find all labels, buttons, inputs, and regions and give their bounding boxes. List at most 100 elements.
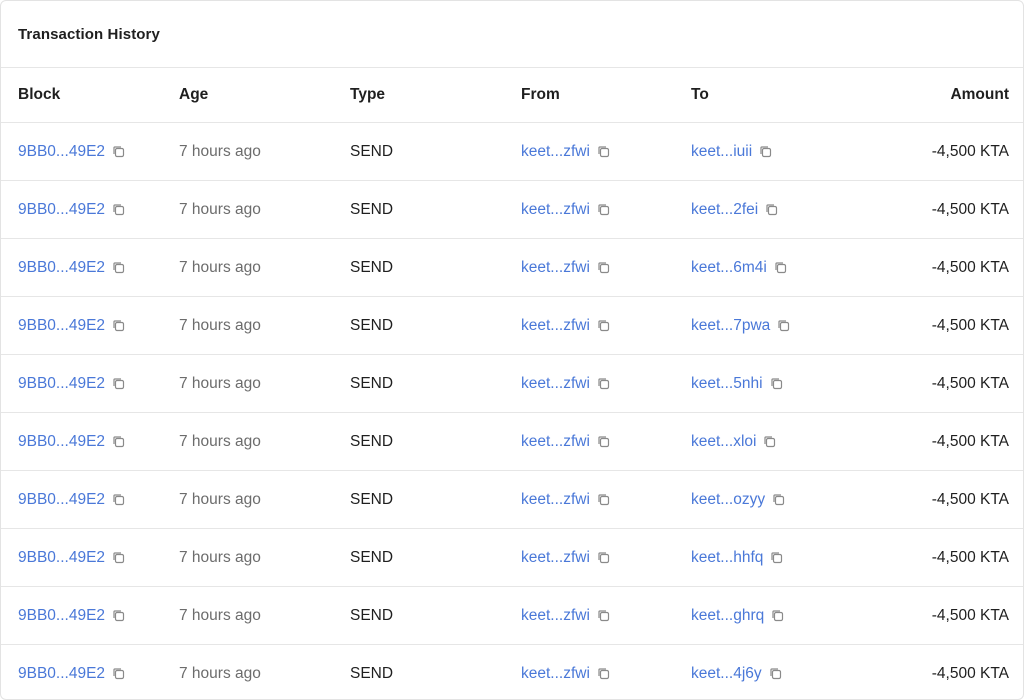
from-address-link[interactable]: keet...zfwi bbox=[521, 607, 590, 625]
table-row: 9BB0...49E2 7 hours ago SEND keet...zfwi… bbox=[1, 645, 1023, 699]
from-address-link[interactable]: keet...zfwi bbox=[521, 433, 590, 451]
to-cell: keet...iuii bbox=[691, 123, 772, 180]
copy-icon[interactable] bbox=[770, 377, 783, 390]
from-address-link[interactable]: keet...zfwi bbox=[521, 259, 590, 277]
to-cell: keet...ghrq bbox=[691, 587, 784, 644]
type-cell: SEND bbox=[350, 258, 394, 276]
copy-icon[interactable] bbox=[597, 319, 610, 332]
block-cell: 9BB0...49E2 bbox=[18, 239, 125, 296]
from-cell: keet...zfwi bbox=[521, 355, 610, 412]
copy-icon[interactable] bbox=[770, 551, 783, 564]
copy-icon[interactable] bbox=[597, 609, 610, 622]
copy-icon[interactable] bbox=[112, 319, 125, 332]
to-cell: keet...2fei bbox=[691, 181, 778, 238]
age-cell: 7 hours ago bbox=[179, 606, 261, 624]
copy-icon[interactable] bbox=[597, 203, 610, 216]
type-cell: SEND bbox=[350, 200, 394, 218]
age-cell: 7 hours ago bbox=[179, 432, 261, 450]
block-hash-link[interactable]: 9BB0...49E2 bbox=[18, 317, 105, 335]
from-address-link[interactable]: keet...zfwi bbox=[521, 317, 590, 335]
copy-icon[interactable] bbox=[112, 203, 125, 216]
amount-cell: -4,500 KTA bbox=[931, 374, 1009, 392]
block-cell: 9BB0...49E2 bbox=[18, 471, 125, 528]
block-hash-link[interactable]: 9BB0...49E2 bbox=[18, 549, 105, 567]
copy-icon[interactable] bbox=[771, 609, 784, 622]
copy-icon[interactable] bbox=[597, 261, 610, 274]
age-cell: 7 hours ago bbox=[179, 258, 261, 276]
from-cell: keet...zfwi bbox=[521, 645, 610, 699]
type-cell: SEND bbox=[350, 374, 394, 392]
copy-icon[interactable] bbox=[597, 377, 610, 390]
type-cell: SEND bbox=[350, 606, 394, 624]
to-cell: keet...4j6y bbox=[691, 645, 782, 699]
copy-icon[interactable] bbox=[112, 493, 125, 506]
block-hash-link[interactable]: 9BB0...49E2 bbox=[18, 143, 105, 161]
from-address-link[interactable]: keet...zfwi bbox=[521, 665, 590, 683]
copy-icon[interactable] bbox=[763, 435, 776, 448]
copy-icon[interactable] bbox=[772, 493, 785, 506]
to-address-link[interactable]: keet...iuii bbox=[691, 143, 752, 161]
to-address-link[interactable]: keet...4j6y bbox=[691, 665, 762, 683]
copy-icon[interactable] bbox=[112, 551, 125, 564]
transaction-history-panel: Transaction History Block Age Type From … bbox=[0, 0, 1024, 700]
type-cell: SEND bbox=[350, 142, 394, 160]
block-hash-link[interactable]: 9BB0...49E2 bbox=[18, 433, 105, 451]
block-hash-link[interactable]: 9BB0...49E2 bbox=[18, 607, 105, 625]
from-address-link[interactable]: keet...zfwi bbox=[521, 143, 590, 161]
to-address-link[interactable]: keet...6m4i bbox=[691, 259, 767, 277]
table-row: 9BB0...49E2 7 hours ago SEND keet...zfwi… bbox=[1, 181, 1023, 239]
from-cell: keet...zfwi bbox=[521, 529, 610, 586]
copy-icon[interactable] bbox=[597, 435, 610, 448]
to-address-link[interactable]: keet...ozyy bbox=[691, 491, 765, 509]
to-address-link[interactable]: keet...5nhi bbox=[691, 375, 763, 393]
from-address-link[interactable]: keet...zfwi bbox=[521, 491, 590, 509]
block-hash-link[interactable]: 9BB0...49E2 bbox=[18, 259, 105, 277]
amount-cell: -4,500 KTA bbox=[931, 200, 1009, 218]
type-cell: SEND bbox=[350, 664, 394, 682]
copy-icon[interactable] bbox=[112, 609, 125, 622]
copy-icon[interactable] bbox=[597, 493, 610, 506]
table-row: 9BB0...49E2 7 hours ago SEND keet...zfwi… bbox=[1, 239, 1023, 297]
copy-icon[interactable] bbox=[597, 145, 610, 158]
copy-icon[interactable] bbox=[769, 667, 782, 680]
type-cell: SEND bbox=[350, 490, 394, 508]
block-hash-link[interactable]: 9BB0...49E2 bbox=[18, 491, 105, 509]
copy-icon[interactable] bbox=[777, 319, 790, 332]
copy-icon[interactable] bbox=[597, 551, 610, 564]
header-to: To bbox=[691, 86, 709, 103]
copy-icon[interactable] bbox=[112, 435, 125, 448]
to-address-link[interactable]: keet...ghrq bbox=[691, 607, 764, 625]
to-cell: keet...5nhi bbox=[691, 355, 783, 412]
header-block: Block bbox=[18, 86, 61, 103]
copy-icon[interactable] bbox=[112, 667, 125, 680]
from-address-link[interactable]: keet...zfwi bbox=[521, 549, 590, 567]
age-cell: 7 hours ago bbox=[179, 490, 261, 508]
to-address-link[interactable]: keet...2fei bbox=[691, 201, 758, 219]
to-address-link[interactable]: keet...hhfq bbox=[691, 549, 763, 567]
table-row: 9BB0...49E2 7 hours ago SEND keet...zfwi… bbox=[1, 413, 1023, 471]
copy-icon[interactable] bbox=[765, 203, 778, 216]
copy-icon[interactable] bbox=[112, 145, 125, 158]
block-hash-link[interactable]: 9BB0...49E2 bbox=[18, 665, 105, 683]
copy-icon[interactable] bbox=[759, 145, 772, 158]
to-cell: keet...ozyy bbox=[691, 471, 785, 528]
block-hash-link[interactable]: 9BB0...49E2 bbox=[18, 201, 105, 219]
copy-icon[interactable] bbox=[597, 667, 610, 680]
copy-icon[interactable] bbox=[112, 377, 125, 390]
amount-cell: -4,500 KTA bbox=[931, 432, 1009, 450]
header-amount: Amount bbox=[950, 86, 1009, 103]
table-row: 9BB0...49E2 7 hours ago SEND keet...zfwi… bbox=[1, 355, 1023, 413]
table-row: 9BB0...49E2 7 hours ago SEND keet...zfwi… bbox=[1, 471, 1023, 529]
to-address-link[interactable]: keet...7pwa bbox=[691, 317, 770, 335]
from-cell: keet...zfwi bbox=[521, 181, 610, 238]
copy-icon[interactable] bbox=[774, 261, 787, 274]
from-address-link[interactable]: keet...zfwi bbox=[521, 375, 590, 393]
to-cell: keet...xloi bbox=[691, 413, 776, 470]
to-address-link[interactable]: keet...xloi bbox=[691, 433, 756, 451]
from-address-link[interactable]: keet...zfwi bbox=[521, 201, 590, 219]
copy-icon[interactable] bbox=[112, 261, 125, 274]
amount-cell: -4,500 KTA bbox=[931, 316, 1009, 334]
block-cell: 9BB0...49E2 bbox=[18, 587, 125, 644]
amount-cell: -4,500 KTA bbox=[931, 548, 1009, 566]
block-hash-link[interactable]: 9BB0...49E2 bbox=[18, 375, 105, 393]
